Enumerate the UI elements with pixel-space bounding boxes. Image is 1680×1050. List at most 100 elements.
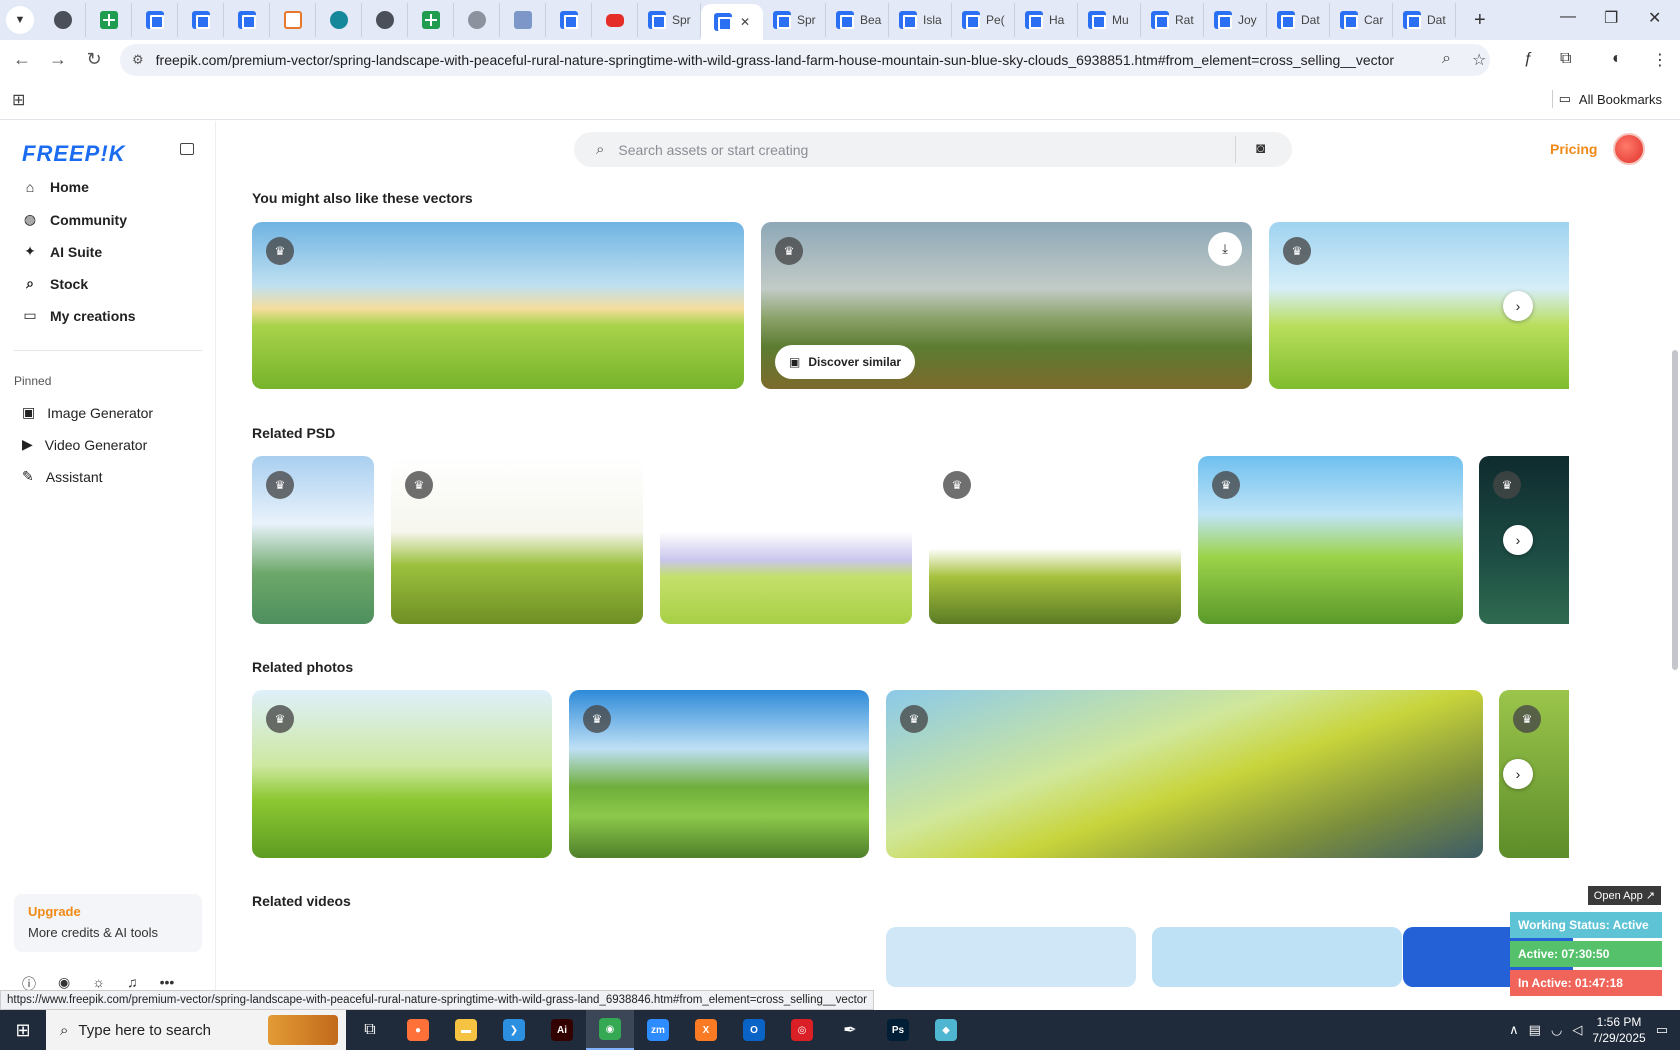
photo-card-2[interactable]: ♛ (569, 690, 869, 858)
taskbar-app[interactable]: zm (634, 1010, 682, 1050)
tab[interactable]: Mu (1078, 3, 1141, 37)
site-info-icon[interactable]: ⚙ (132, 52, 144, 68)
reload-icon[interactable]: ↻ (80, 49, 108, 70)
camera-icon[interactable]: ◙ (1256, 140, 1265, 157)
taskbar-app[interactable]: ▬ (442, 1010, 490, 1050)
back-icon[interactable]: ← (8, 49, 36, 70)
upgrade-card[interactable]: Upgrade More credits & AI tools (14, 894, 202, 952)
taskbar-app[interactable]: Ai (538, 1010, 586, 1050)
tab[interactable]: Spr (763, 3, 826, 37)
tab[interactable] (362, 3, 408, 37)
tab[interactable]: Isla (889, 3, 952, 37)
taskbar-app[interactable]: O (730, 1010, 778, 1050)
taskbar-app[interactable]: ❯ (490, 1010, 538, 1050)
clock[interactable]: 1:56 PM 7/29/2025 (1592, 1014, 1645, 1046)
zoom-icon[interactable]: ⌕ (1442, 50, 1451, 68)
tab[interactable]: Rat (1141, 3, 1204, 37)
vector-card-2[interactable]: ♛ ⤓ ▣ Discover similar (761, 222, 1252, 389)
psd-card-2[interactable]: ♛ (391, 456, 643, 624)
taskbar-app[interactable]: ◆ (922, 1010, 970, 1050)
video-card-1[interactable] (886, 927, 1136, 987)
taskbar-app[interactable]: ● (394, 1010, 442, 1050)
tab[interactable] (454, 3, 500, 37)
taskbar-search[interactable]: ⌕ Type here to search (46, 1010, 346, 1050)
avatar[interactable] (1613, 133, 1645, 165)
tab[interactable] (500, 3, 546, 37)
tab[interactable]: Dat (1393, 3, 1456, 37)
tab[interactable] (224, 3, 270, 37)
tab[interactable] (546, 3, 592, 37)
tab[interactable] (592, 3, 638, 37)
video-card-2[interactable] (1152, 927, 1402, 987)
windows-start-icon[interactable]: ⊞ (0, 1010, 46, 1050)
tab[interactable] (40, 3, 86, 37)
taskbar-app[interactable]: ◉ (586, 1010, 634, 1050)
extension-f-icon[interactable]: ƒ (1524, 50, 1533, 68)
sidebar-item-ai-suite[interactable]: ✦ AI Suite (22, 243, 102, 260)
taskbar-app[interactable]: ◎ (778, 1010, 826, 1050)
sidebar-item-home[interactable]: ⌂ Home (22, 179, 89, 195)
restore-icon[interactable]: ❐ (1604, 8, 1618, 28)
tab[interactable]: Spr (638, 3, 701, 37)
sidebar-collapse-icon[interactable] (180, 143, 194, 155)
psd-card-1[interactable]: ♛ (252, 456, 374, 624)
search-bar[interactable]: ⌕ Search assets or start creating ◙ (574, 132, 1292, 167)
pinned-item-image-generator[interactable]: ▣ Image Generator (22, 404, 153, 421)
pricing-link[interactable]: Pricing (1550, 141, 1597, 157)
taskbar-app[interactable]: ⧉ (346, 1010, 394, 1050)
forward-icon[interactable]: → (44, 49, 72, 70)
psd-card-3[interactable] (660, 456, 912, 624)
download-icon[interactable]: ⤓ (1208, 232, 1242, 266)
tab[interactable]: Joy (1204, 3, 1267, 37)
tab[interactable] (316, 3, 362, 37)
tab-close-icon[interactable]: ✕ (740, 15, 750, 29)
tab-active[interactable]: ✕ (701, 4, 763, 40)
tab[interactable]: Bea (826, 3, 889, 37)
tab[interactable] (132, 3, 178, 37)
minimize-icon[interactable]: — (1560, 8, 1576, 26)
volume-icon[interactable]: ◁ (1572, 1022, 1582, 1038)
tab[interactable] (408, 3, 454, 37)
psd-card-5[interactable]: ♛ (1198, 456, 1463, 624)
star-icon[interactable]: ☆ (1472, 50, 1486, 70)
tab[interactable]: Car (1330, 3, 1393, 37)
pinned-item-video-generator[interactable]: ▶ Video Generator (22, 436, 147, 453)
photo-card-1[interactable]: ♛ (252, 690, 552, 858)
open-app-button[interactable]: Open App ↗ (1587, 886, 1661, 905)
taskbar-app[interactable]: ✒ (826, 1010, 874, 1050)
vectors-next-button[interactable]: › (1503, 291, 1533, 321)
freepik-logo[interactable]: FREEP!K (22, 141, 126, 167)
taskbar-app[interactable]: X (682, 1010, 730, 1050)
photo-card-3[interactable]: ♛ (886, 690, 1483, 858)
vector-card-1[interactable]: ♛ (252, 222, 744, 389)
psd-next-button[interactable]: › (1503, 525, 1533, 555)
taskbar-search-input[interactable]: Type here to search (78, 1022, 211, 1039)
tab[interactable] (178, 3, 224, 37)
all-bookmarks-button[interactable]: ▭ All Bookmarks (1559, 91, 1662, 107)
menu-icon[interactable]: ⋮ (1652, 50, 1668, 70)
tab[interactable] (270, 3, 316, 37)
page-scrollbar-thumb[interactable] (1672, 350, 1678, 670)
tab[interactable]: Ha (1015, 3, 1078, 37)
tab-search-dropdown[interactable]: ▼ (6, 6, 34, 34)
chevron-up-icon[interactable]: ∧ (1509, 1022, 1519, 1038)
sidebar-item-stock[interactable]: ⌕ Stock (22, 275, 88, 292)
tab[interactable]: Dat (1267, 3, 1330, 37)
photos-next-button[interactable]: › (1503, 759, 1533, 789)
tab[interactable]: Pe( (952, 3, 1015, 37)
search-input[interactable]: Search assets or start creating (618, 142, 808, 158)
tab[interactable] (86, 3, 132, 37)
new-tab-button[interactable]: + (1474, 9, 1486, 32)
sidebar-item-community[interactable]: ◍ Community (22, 211, 127, 228)
sidebar-item-my-creations[interactable]: ▭ My creations (22, 307, 135, 324)
extensions-icon[interactable]: ⧉ (1560, 50, 1571, 68)
discover-similar-button[interactable]: ▣ Discover similar (775, 345, 916, 379)
apps-grid-icon[interactable]: ⊞ (12, 90, 25, 110)
psd-card-4[interactable]: ♛ (929, 456, 1181, 624)
close-window-icon[interactable]: ✕ (1648, 8, 1661, 28)
pinned-item-assistant[interactable]: ✎ Assistant (22, 468, 103, 485)
address-bar[interactable]: ⚙ freepik.com/premium-vector/spring-land… (120, 44, 1490, 76)
network-icon[interactable]: ▤ (1529, 1022, 1541, 1038)
profile-icon[interactable]: ◐ (1612, 50, 1622, 68)
wifi-icon[interactable]: ◡ (1551, 1022, 1562, 1038)
